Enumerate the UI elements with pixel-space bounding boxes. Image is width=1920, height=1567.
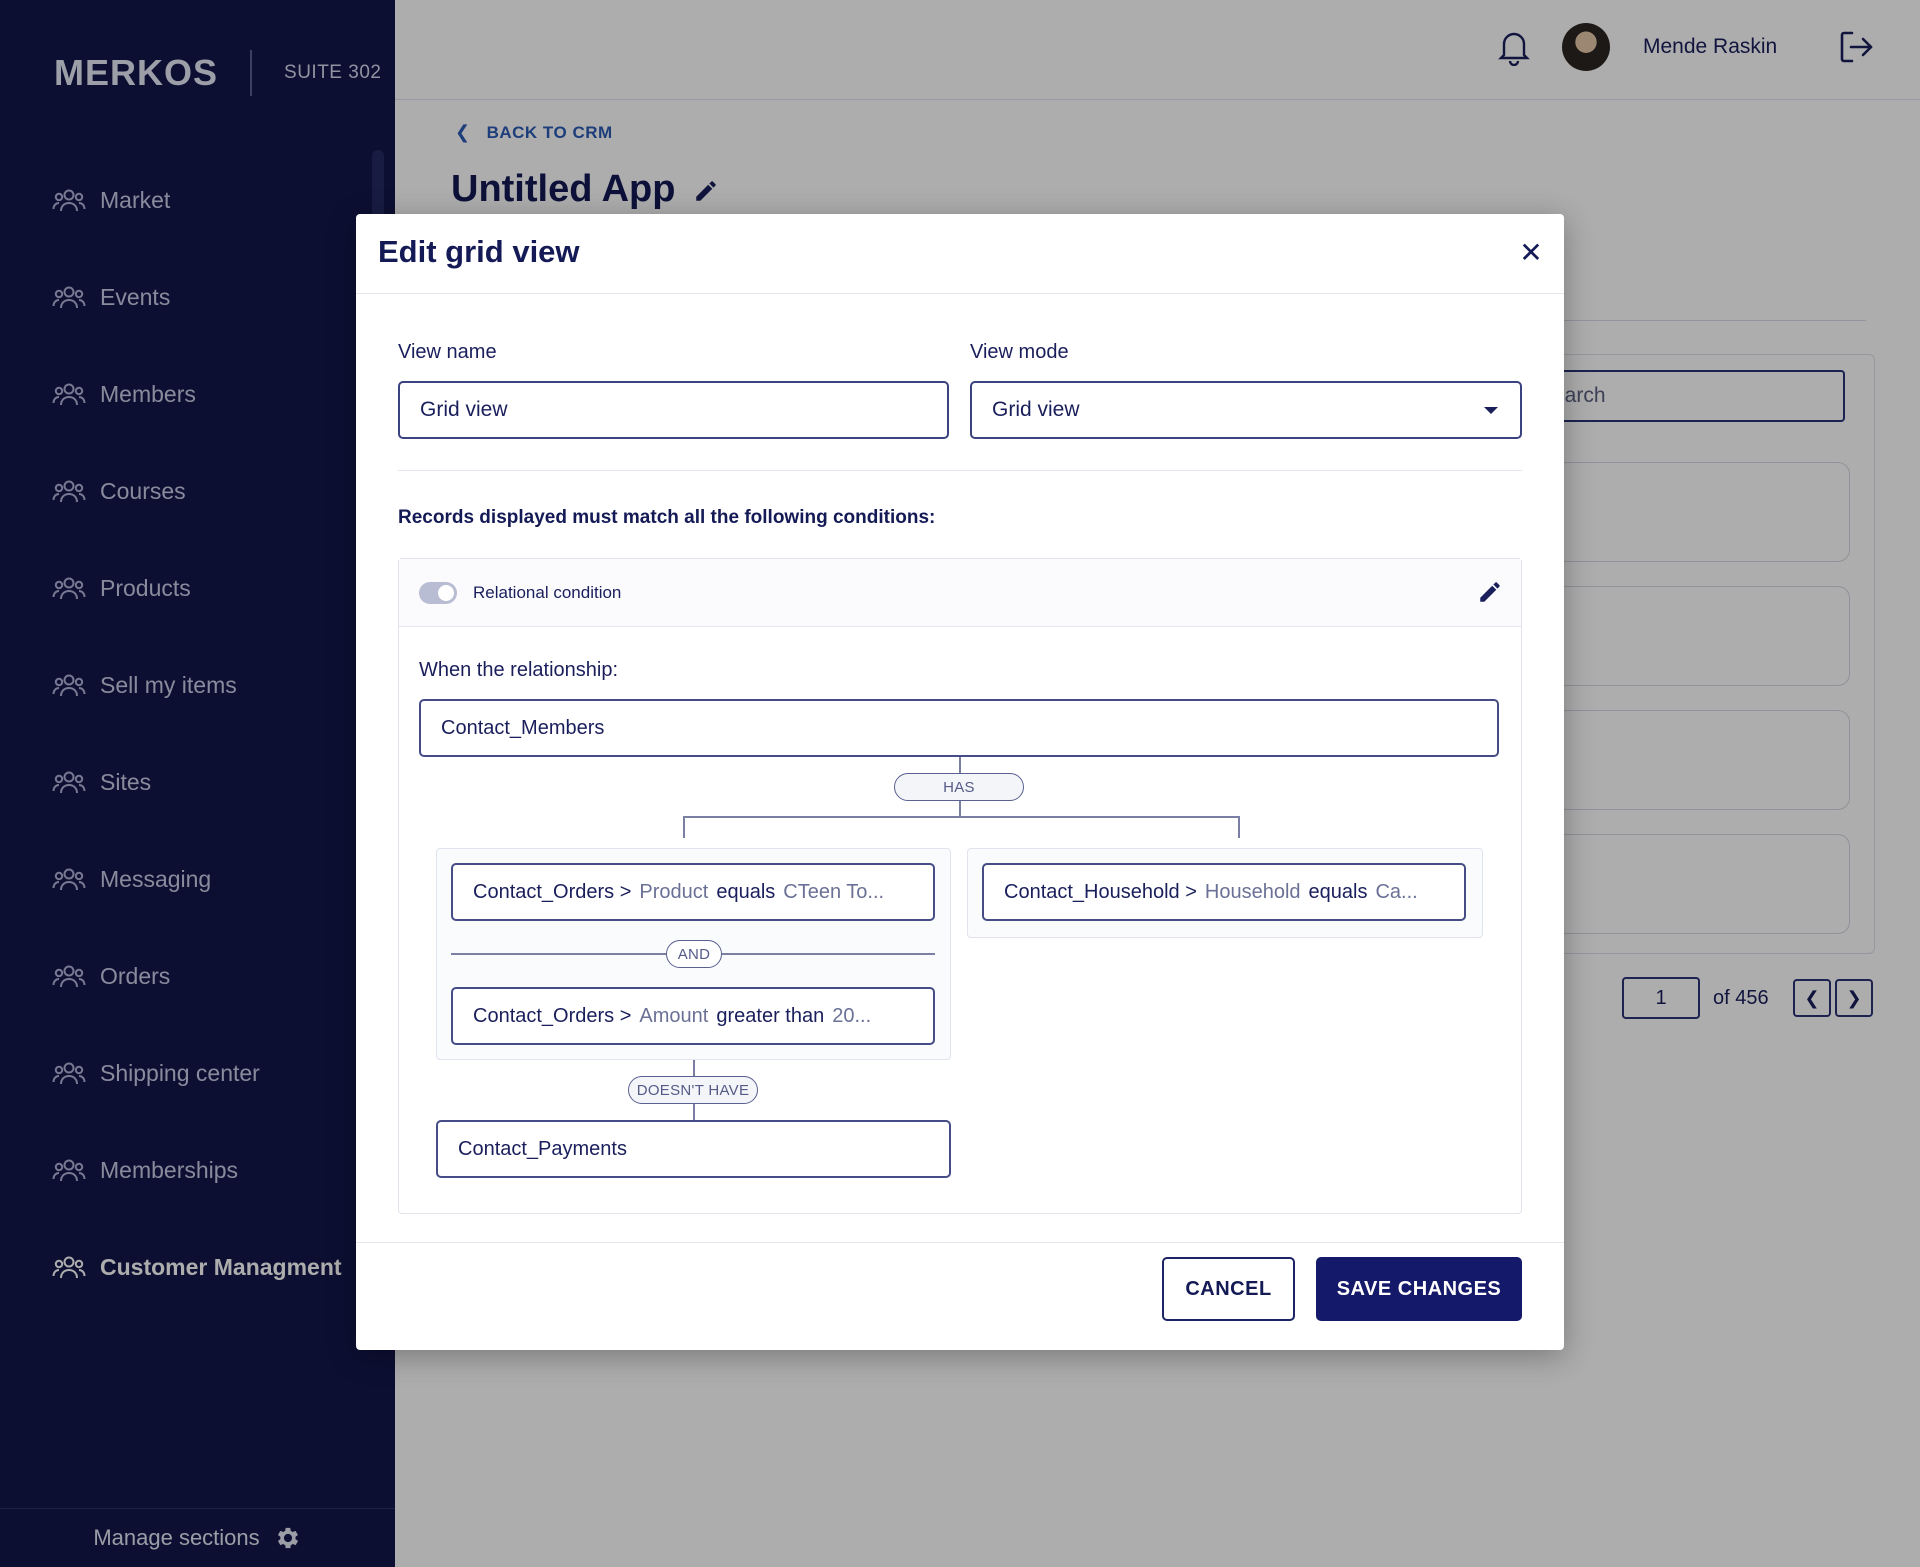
condition-value: Ca... — [1375, 880, 1418, 903]
condition-operator: equals — [1308, 880, 1368, 903]
relational-condition-header: Relational condition — [399, 559, 1521, 627]
caret-down-icon — [1484, 407, 1498, 414]
condition-field: Amount — [639, 1004, 709, 1027]
connector-line — [683, 816, 685, 838]
condition-field: Product — [639, 880, 709, 903]
condition-field: Household — [1204, 880, 1301, 903]
condition-relationship: Contact_Household > — [1004, 880, 1197, 903]
view-mode-label: View mode — [970, 341, 1069, 363]
excluded-relationship-value: Contact_Payments — [458, 1137, 627, 1160]
connector-line — [959, 801, 961, 817]
modal-header: Edit grid view ✕ — [356, 214, 1564, 294]
view-name-label: View name — [398, 341, 497, 363]
excluded-relationship-input[interactable]: Contact_Payments — [436, 1120, 951, 1178]
condition-operator: equals — [716, 880, 776, 903]
condition-operator: greater than — [716, 1004, 825, 1027]
condition-relationship: Contact_Orders > — [473, 880, 632, 903]
close-icon[interactable]: ✕ — [1516, 238, 1546, 268]
condition-row[interactable]: Contact_Household > Household equals Ca.… — [982, 863, 1466, 921]
condition-value: CTeen To... — [783, 880, 885, 903]
relational-condition-label: Relational condition — [473, 583, 622, 602]
pencil-icon[interactable] — [1477, 579, 1503, 605]
view-mode-value: Grid view — [992, 398, 1080, 421]
relationship-input[interactable]: Contact_Members — [419, 699, 1499, 757]
edit-grid-view-modal: Edit grid view ✕ View name View mode Gri… — [356, 214, 1564, 1350]
relational-condition-toggle[interactable] — [419, 582, 457, 604]
and-badge: AND — [666, 940, 722, 968]
view-name-input[interactable] — [398, 381, 949, 439]
condition-relationship: Contact_Orders > — [473, 1004, 632, 1027]
condition-value: 20... — [832, 1004, 872, 1027]
connector-line — [1238, 816, 1240, 838]
doesnt-have-badge: DOESN'T HAVE — [628, 1076, 758, 1104]
section-divider — [398, 470, 1522, 471]
condition-row[interactable]: Contact_Orders > Amount greater than 20.… — [451, 987, 935, 1045]
connector-line — [693, 1060, 695, 1076]
view-mode-select[interactable]: Grid view — [970, 381, 1522, 439]
relational-condition-panel: Relational condition When the relationsh… — [398, 558, 1522, 1214]
modal-footer: CANCEL SAVE CHANGES — [356, 1242, 1564, 1350]
cancel-button[interactable]: CANCEL — [1162, 1257, 1295, 1321]
when-relationship-label: When the relationship: — [419, 659, 619, 681]
connector-line — [959, 757, 961, 773]
save-changes-button[interactable]: SAVE CHANGES — [1316, 1257, 1522, 1321]
connector-line — [683, 816, 1239, 818]
has-badge: HAS — [894, 773, 1024, 801]
modal-title: Edit grid view — [378, 234, 580, 269]
relationship-value: Contact_Members — [441, 716, 605, 739]
connector-line — [693, 1104, 695, 1120]
condition-row[interactable]: Contact_Orders > Product equals CTeen To… — [451, 863, 935, 921]
conditions-heading: Records displayed must match all the fol… — [398, 507, 936, 528]
